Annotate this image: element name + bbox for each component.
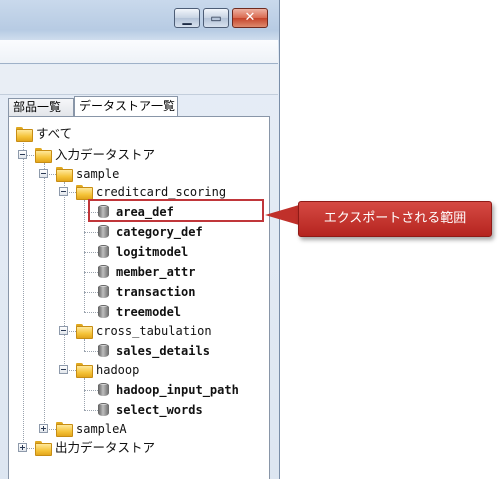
tree-line bbox=[84, 312, 98, 313]
collapse-icon[interactable] bbox=[39, 169, 48, 178]
database-icon bbox=[98, 225, 109, 239]
database-icon bbox=[98, 383, 109, 397]
collapse-icon[interactable] bbox=[59, 326, 68, 335]
tree-line bbox=[84, 200, 85, 312]
folder-icon bbox=[56, 167, 73, 182]
database-icon bbox=[98, 245, 109, 259]
database-icon bbox=[98, 305, 109, 319]
callout-text: エクスポートされる範囲 bbox=[323, 211, 467, 226]
folder-icon bbox=[35, 441, 52, 456]
folder-icon bbox=[35, 148, 52, 163]
collapse-icon[interactable] bbox=[59, 365, 68, 374]
tree-line bbox=[84, 272, 98, 273]
collapse-icon[interactable] bbox=[18, 150, 27, 159]
tree-line bbox=[84, 390, 98, 391]
tree-line bbox=[44, 163, 45, 429]
folder-icon bbox=[16, 127, 33, 142]
tree-line bbox=[84, 252, 98, 253]
tree-line bbox=[84, 378, 85, 410]
expand-icon[interactable] bbox=[39, 424, 48, 433]
database-icon bbox=[98, 265, 109, 279]
folder-icon bbox=[76, 324, 93, 339]
database-icon bbox=[98, 344, 109, 358]
tree-line bbox=[23, 138, 24, 448]
folder-icon bbox=[76, 363, 93, 378]
folder-icon bbox=[76, 185, 93, 200]
expand-icon[interactable] bbox=[18, 443, 27, 452]
collapse-icon[interactable] bbox=[59, 187, 68, 196]
callout-box: エクスポートされる範囲 bbox=[298, 201, 492, 237]
export-range-highlight bbox=[88, 199, 264, 222]
tree-line bbox=[84, 410, 98, 411]
tree-line bbox=[64, 182, 65, 370]
callout-pointer bbox=[265, 205, 299, 225]
tree-line bbox=[84, 339, 85, 351]
folder-icon bbox=[56, 422, 73, 437]
tree-line bbox=[84, 292, 98, 293]
tree-line bbox=[84, 232, 98, 233]
database-icon bbox=[98, 403, 109, 417]
database-icon bbox=[98, 285, 109, 299]
tree-line bbox=[84, 351, 98, 352]
datastore-tree: すべて 入力データストア sample creditcard_scoring a… bbox=[0, 0, 270, 479]
